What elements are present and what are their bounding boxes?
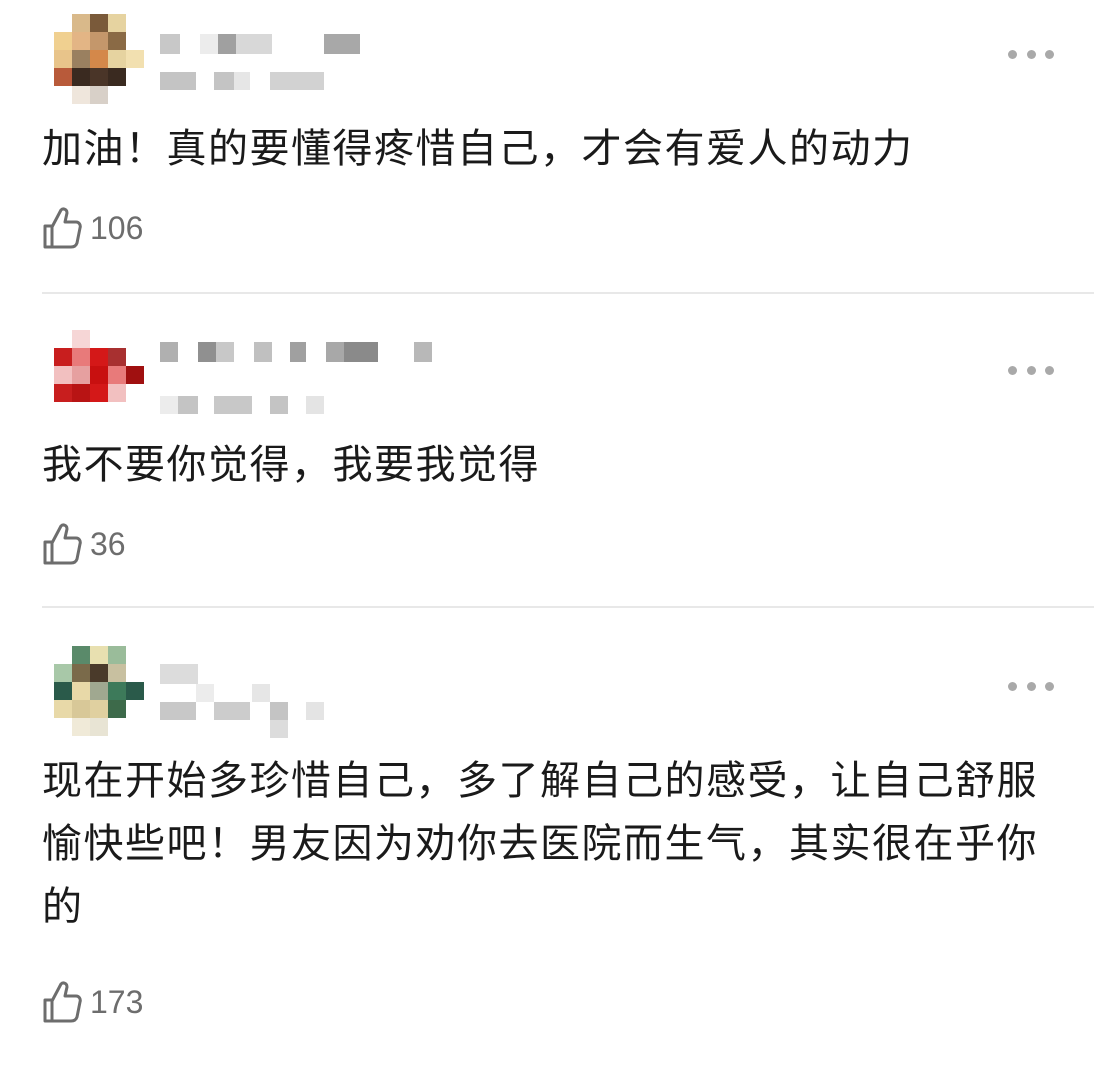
more-dots-icon[interactable] — [1008, 360, 1054, 380]
thumbs-up-icon — [42, 980, 82, 1024]
avatar[interactable] — [54, 14, 144, 104]
more-dots-icon[interactable] — [1008, 676, 1054, 696]
username-redacted[interactable] — [160, 34, 360, 54]
avatar[interactable] — [54, 330, 144, 420]
comment-meta-redacted — [160, 72, 324, 90]
comment-text: 现在开始多珍惜自己，多了解自己的感受，让自己舒服愉快些吧！男友因为劝你去医院而生… — [42, 758, 1038, 930]
comment-text: 加油！真的要懂得疼惜自己，才会有爱人的动力 — [42, 126, 914, 172]
like-count: 106 — [90, 209, 144, 246]
divider — [42, 606, 1094, 608]
like-count: 36 — [90, 525, 126, 562]
comment-meta-redacted — [160, 720, 324, 738]
comment-meta-redacted — [160, 396, 324, 414]
more-dots-icon[interactable] — [1008, 44, 1054, 64]
username-redacted[interactable] — [160, 664, 200, 684]
like-button[interactable]: 106 — [42, 206, 143, 250]
comment-meta-redacted — [160, 702, 324, 720]
comment-text: 我不要你觉得，我要我觉得 — [42, 442, 540, 488]
like-count: 173 — [90, 983, 144, 1020]
like-button[interactable]: 36 — [42, 522, 126, 566]
username-redacted[interactable] — [160, 342, 432, 362]
thumbs-up-icon — [42, 522, 82, 566]
like-button[interactable]: 173 — [42, 980, 143, 1024]
thumbs-up-icon — [42, 206, 82, 250]
avatar[interactable] — [54, 646, 144, 736]
username-redacted — [160, 684, 324, 702]
divider — [42, 292, 1094, 294]
